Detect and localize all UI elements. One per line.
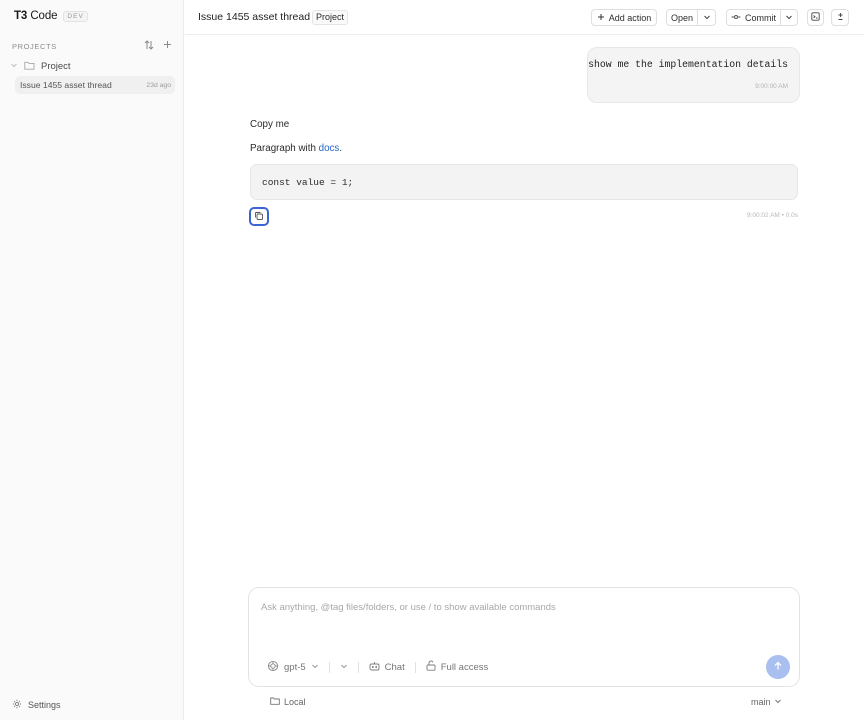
branch-label: main: [751, 697, 771, 707]
toolbar-divider: [357, 661, 359, 673]
assistant-paragraph: Paragraph with docs.: [250, 143, 343, 154]
user-message-text: show me the implementation details: [588, 59, 788, 70]
sidebar-project-label: Project: [41, 60, 71, 72]
model-label: gpt-5: [284, 661, 306, 673]
sidebar: T3 Code DEV PROJECTS Project Issue 1455 …: [0, 0, 184, 720]
projects-header: PROJECTS: [12, 39, 172, 53]
bot-icon: [369, 661, 380, 674]
chat-mode-button[interactable]: Chat: [369, 661, 405, 674]
user-message-bubble: show me the implementation details 9:00:…: [587, 47, 800, 103]
chevron-down-icon: [340, 662, 348, 673]
add-project-icon[interactable]: [163, 40, 172, 52]
chevron-down-icon: [703, 13, 711, 23]
access-mode-label: Full access: [440, 661, 489, 673]
thread-age: 23d ago: [146, 81, 171, 89]
folder-icon: [270, 697, 280, 707]
assistant-text-line: Copy me: [250, 119, 290, 130]
dev-badge: DEV: [63, 10, 88, 22]
assistant-message-meta: 9:00:02 AM • 0.0s: [746, 212, 798, 219]
add-action-label: Add action: [608, 12, 652, 23]
arrow-up-icon: [773, 660, 783, 674]
open-button[interactable]: Open: [666, 9, 698, 26]
gear-icon: [12, 698, 22, 712]
lock-open-icon: [426, 660, 436, 674]
environment-selector[interactable]: Local: [270, 697, 306, 707]
open-label: Open: [670, 12, 694, 23]
copy-icon: [254, 210, 264, 224]
code-block: const value = 1;: [250, 164, 798, 200]
diff-icon: [836, 12, 845, 23]
chat-mode-label: Chat: [384, 661, 405, 673]
access-mode-button[interactable]: Full access: [426, 660, 489, 674]
branch-selector[interactable]: main: [751, 697, 782, 707]
composer: gpt-5 Chat Full access: [248, 587, 800, 687]
model-selector[interactable]: gpt-5: [267, 660, 319, 675]
effort-dropdown[interactable]: [340, 662, 348, 673]
commit-button[interactable]: Commit: [726, 9, 781, 26]
thread-title: Issue 1455 asset thread: [20, 80, 112, 90]
sort-icon[interactable]: [144, 39, 154, 53]
commit-dropdown-button[interactable]: [780, 9, 798, 26]
docs-link[interactable]: docs: [319, 143, 340, 154]
environment-label: Local: [284, 697, 306, 707]
toolbar-divider: [414, 661, 416, 673]
openai-icon: [267, 660, 279, 675]
copy-message-button[interactable]: [249, 207, 269, 226]
settings-link[interactable]: Settings: [12, 698, 61, 712]
settings-label: Settings: [28, 700, 61, 710]
folder-icon: [24, 59, 35, 73]
chevron-down-icon: [311, 662, 319, 673]
toolbar-divider: [328, 661, 330, 673]
app-brand: T3 Code DEV: [14, 10, 88, 22]
prompt-input[interactable]: [261, 602, 781, 613]
topbar: Issue 1455 asset thread Project Add acti…: [185, 0, 864, 35]
project-chip: Project: [312, 10, 349, 25]
send-button[interactable]: [766, 655, 790, 679]
terminal-icon: [811, 12, 820, 23]
chevron-down-icon: [774, 697, 782, 707]
sidebar-thread-item[interactable]: Issue 1455 asset thread 23d ago: [15, 76, 175, 94]
plus-icon: [597, 13, 605, 23]
user-message-time: 9:00:00 AM: [755, 83, 788, 90]
projects-label: PROJECTS: [12, 41, 57, 51]
add-action-button[interactable]: Add action: [591, 9, 657, 26]
commit-label: Commit: [745, 12, 776, 23]
code-text: const value = 1;: [262, 177, 354, 188]
app-name: T3 Code: [14, 10, 58, 22]
composer-toolbar: gpt-5 Chat Full access: [267, 660, 488, 674]
sidebar-project-row[interactable]: Project: [10, 59, 174, 73]
chevron-down-icon: [10, 61, 18, 71]
open-dropdown-button[interactable]: [697, 9, 716, 26]
chevron-down-icon: [785, 13, 793, 23]
thread-heading: Issue 1455 asset thread: [198, 11, 311, 23]
git-commit-icon: [731, 13, 741, 23]
terminal-toggle-button[interactable]: [807, 9, 824, 26]
diff-toggle-button[interactable]: [831, 9, 849, 26]
